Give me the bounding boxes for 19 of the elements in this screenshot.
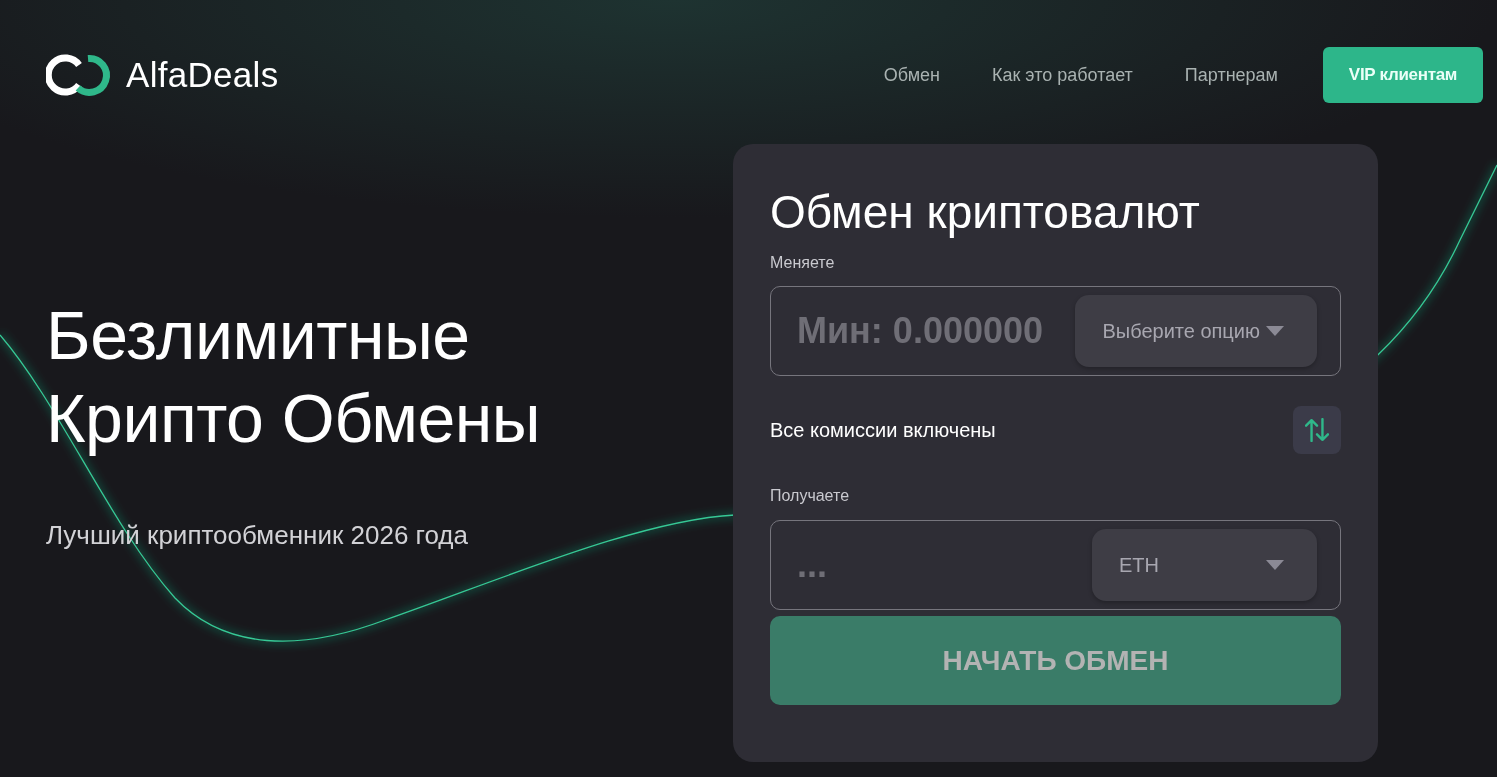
caret-icon [1266, 560, 1284, 570]
card-title: Обмен криптовалют [770, 185, 1201, 240]
vip-clients-button[interactable]: VIP клиентам [1323, 47, 1483, 103]
nav-link[interactable]: Как это работает [991, 64, 1133, 86]
fees-note: Все комиссии включены [770, 418, 996, 442]
brand-name: AlfaDeals [126, 55, 279, 95]
currency-select[interactable]: ETH [1092, 529, 1317, 601]
amount-input[interactable]: Мин: 0.000000 [797, 306, 1076, 356]
field-label: Получаете [770, 486, 850, 506]
exchange-field[interactable]: Мин: 0.000000 Выберите опцию [770, 286, 1341, 376]
nav-link[interactable]: Партнерам [1184, 64, 1278, 86]
nav-link[interactable]: Обмен [883, 64, 940, 86]
amount-input[interactable]: ... [797, 540, 1092, 590]
swap-arrows-icon [1305, 418, 1329, 442]
currency-select[interactable]: Выберите опцию [1075, 295, 1317, 367]
exchange-field[interactable]: ... ETH [770, 520, 1341, 610]
swap-button[interactable] [1293, 406, 1341, 454]
field-label: Меняете [770, 253, 835, 273]
caret-icon [1266, 326, 1284, 336]
